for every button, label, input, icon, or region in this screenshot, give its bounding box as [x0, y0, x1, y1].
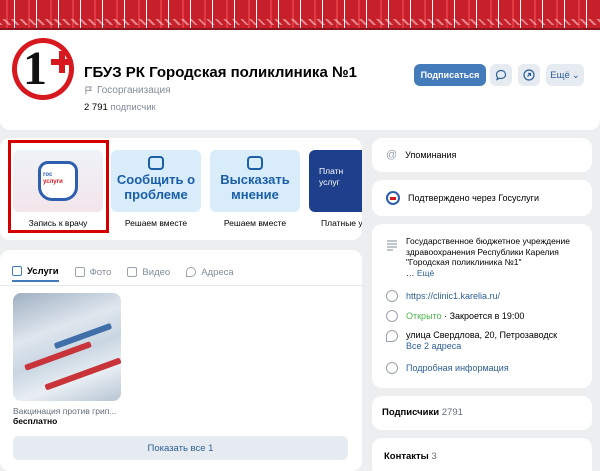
subscribers-label: подписчик [110, 102, 156, 113]
more-button[interactable]: Ещё ⌄ [546, 64, 584, 86]
app-tile-report-problem[interactable]: Сообщить о проблеме Решаем вместе [111, 150, 201, 228]
arrow-up-right-icon [523, 69, 535, 81]
service-name[interactable]: Вакцинация против грип... [13, 406, 116, 416]
video-icon [127, 267, 138, 277]
page-title: ГБУЗ РК Городская поликлиника №1 [84, 64, 358, 81]
subscribers-heading: Подписчики 2791 [382, 407, 463, 418]
mentions-row: @ Упоминания [386, 149, 456, 161]
message-button[interactable] [490, 64, 512, 86]
contacts-card[interactable]: Контакты 3 [372, 438, 592, 471]
contacts-count: 3 [431, 451, 437, 462]
details-link[interactable]: Подробная информация [406, 363, 509, 373]
hours-row[interactable]: Открыто · Закроется в 19:00 [386, 310, 524, 322]
tabs-divider [0, 285, 362, 286]
tab-label: Услуги [27, 265, 59, 277]
tab-addresses[interactable]: Адреса [186, 262, 234, 282]
app-caption: Решаем вместе [124, 218, 188, 228]
at-sign-icon: @ [386, 149, 398, 161]
app-tile-share-opinion[interactable]: Высказать мнение Решаем вместе [210, 150, 300, 228]
open-status: Открыто [406, 311, 442, 321]
contacts-heading: Контакты 3 [384, 451, 437, 462]
subscribers-label: Подписчики [382, 407, 440, 418]
description-line: здравоохранения Республики Карелия [406, 246, 559, 257]
info-icon [386, 238, 398, 256]
all-addresses-link[interactable]: Все 2 адреса [406, 341, 461, 351]
message-icon [495, 69, 507, 81]
description-more[interactable]: … Ещё [406, 268, 570, 279]
chevron-down-icon: ⌄ [571, 69, 580, 81]
location-icon [186, 267, 197, 277]
app-caption: Решаем вместе [223, 218, 287, 228]
verified-label: Подтверждено через Госуслуги [408, 193, 539, 203]
verified-row: Подтверждено через Госуслуги [386, 191, 539, 205]
subscribers-card[interactable]: Подписчики 2791 [372, 396, 592, 430]
logo-number: 1 [23, 42, 47, 95]
description-line: "Городская поликлиника №1" [406, 257, 522, 267]
image-detail [44, 357, 121, 391]
mentions-card[interactable]: @ Упоминания [372, 138, 592, 172]
paid-services-image: Платн услуг [309, 150, 362, 212]
org-type: Госорганизация [84, 85, 171, 96]
show-all-button[interactable]: Показать все 1 [13, 436, 348, 460]
address-row[interactable]: улица Свердлова, 20, Петрозаводск Все 2 … [386, 330, 557, 352]
logo-inner: 1 [17, 42, 73, 95]
app-caption: Платные у [321, 218, 362, 228]
mentions-label: Упоминания [405, 150, 457, 160]
subscribe-button[interactable]: Подписаться [414, 64, 486, 86]
services-icon [12, 266, 22, 276]
service-image[interactable] [13, 293, 121, 401]
tab-bar: Услуги Фото Видео Адреса [12, 262, 234, 282]
contacts-label: Контакты [384, 451, 429, 462]
location-icon [386, 330, 398, 342]
subscribers-summary[interactable]: 2 791 подписчик [84, 102, 156, 113]
tab-video[interactable]: Видео [127, 262, 170, 282]
tab-label: Фото [89, 266, 112, 278]
photo-icon [74, 267, 85, 277]
tab-label: Адреса [201, 266, 234, 278]
group-avatar[interactable]: 1 [12, 38, 74, 100]
app-big-text: Платн услуг [319, 166, 344, 187]
app-big-text: Высказать мнение [220, 172, 290, 202]
details-row[interactable]: Подробная информация [386, 362, 509, 374]
info-circle-icon [386, 362, 398, 374]
tab-label: Видео [142, 266, 171, 278]
service-price: бесплатно [13, 416, 58, 426]
more-label: Ещё [550, 69, 570, 81]
org-type-label: Госорганизация [97, 85, 171, 96]
description-line: Государственное бюджетное учреждение [406, 236, 571, 246]
ellipsis: … [406, 267, 417, 278]
website-row: https://clinic1.karelia.ru/ [386, 290, 500, 302]
verified-card: Подтверждено через Госуслуги [372, 180, 592, 216]
thumbs-up-icon [247, 156, 263, 170]
globe-icon [386, 290, 398, 302]
thumbs-up-icon [148, 156, 164, 170]
subscribers-count: 2791 [441, 407, 463, 418]
address-text: улица Свердлова, 20, Петрозаводск [406, 330, 558, 340]
app-big-text: Сообщить о проблеме [116, 172, 196, 202]
cover-banner [0, 0, 600, 30]
selection-highlight [8, 140, 109, 233]
tab-photo[interactable]: Фото [74, 262, 112, 282]
info-card: Государственное бюджетное учреждение здр… [372, 224, 592, 388]
share-button[interactable] [518, 64, 540, 86]
website-link[interactable]: https://clinic1.karelia.ru/ [406, 291, 500, 301]
description: Государственное бюджетное учреждение здр… [406, 236, 570, 278]
clock-icon [386, 310, 398, 322]
report-problem-image: Сообщить о проблеме [111, 150, 201, 212]
more-link[interactable]: Ещё [417, 268, 434, 278]
close-time: · Закроется в 19:00 [444, 311, 525, 321]
gosuslugi-icon [386, 191, 400, 205]
tab-services[interactable]: Услуги [12, 262, 59, 282]
app-tile-paid-services[interactable]: Платн услуг Платные у [309, 150, 362, 228]
plus-icon [51, 51, 73, 73]
share-opinion-image: Высказать мнение [210, 150, 300, 212]
subscribers-count: 2 791 [84, 102, 108, 113]
flag-icon [85, 86, 93, 95]
